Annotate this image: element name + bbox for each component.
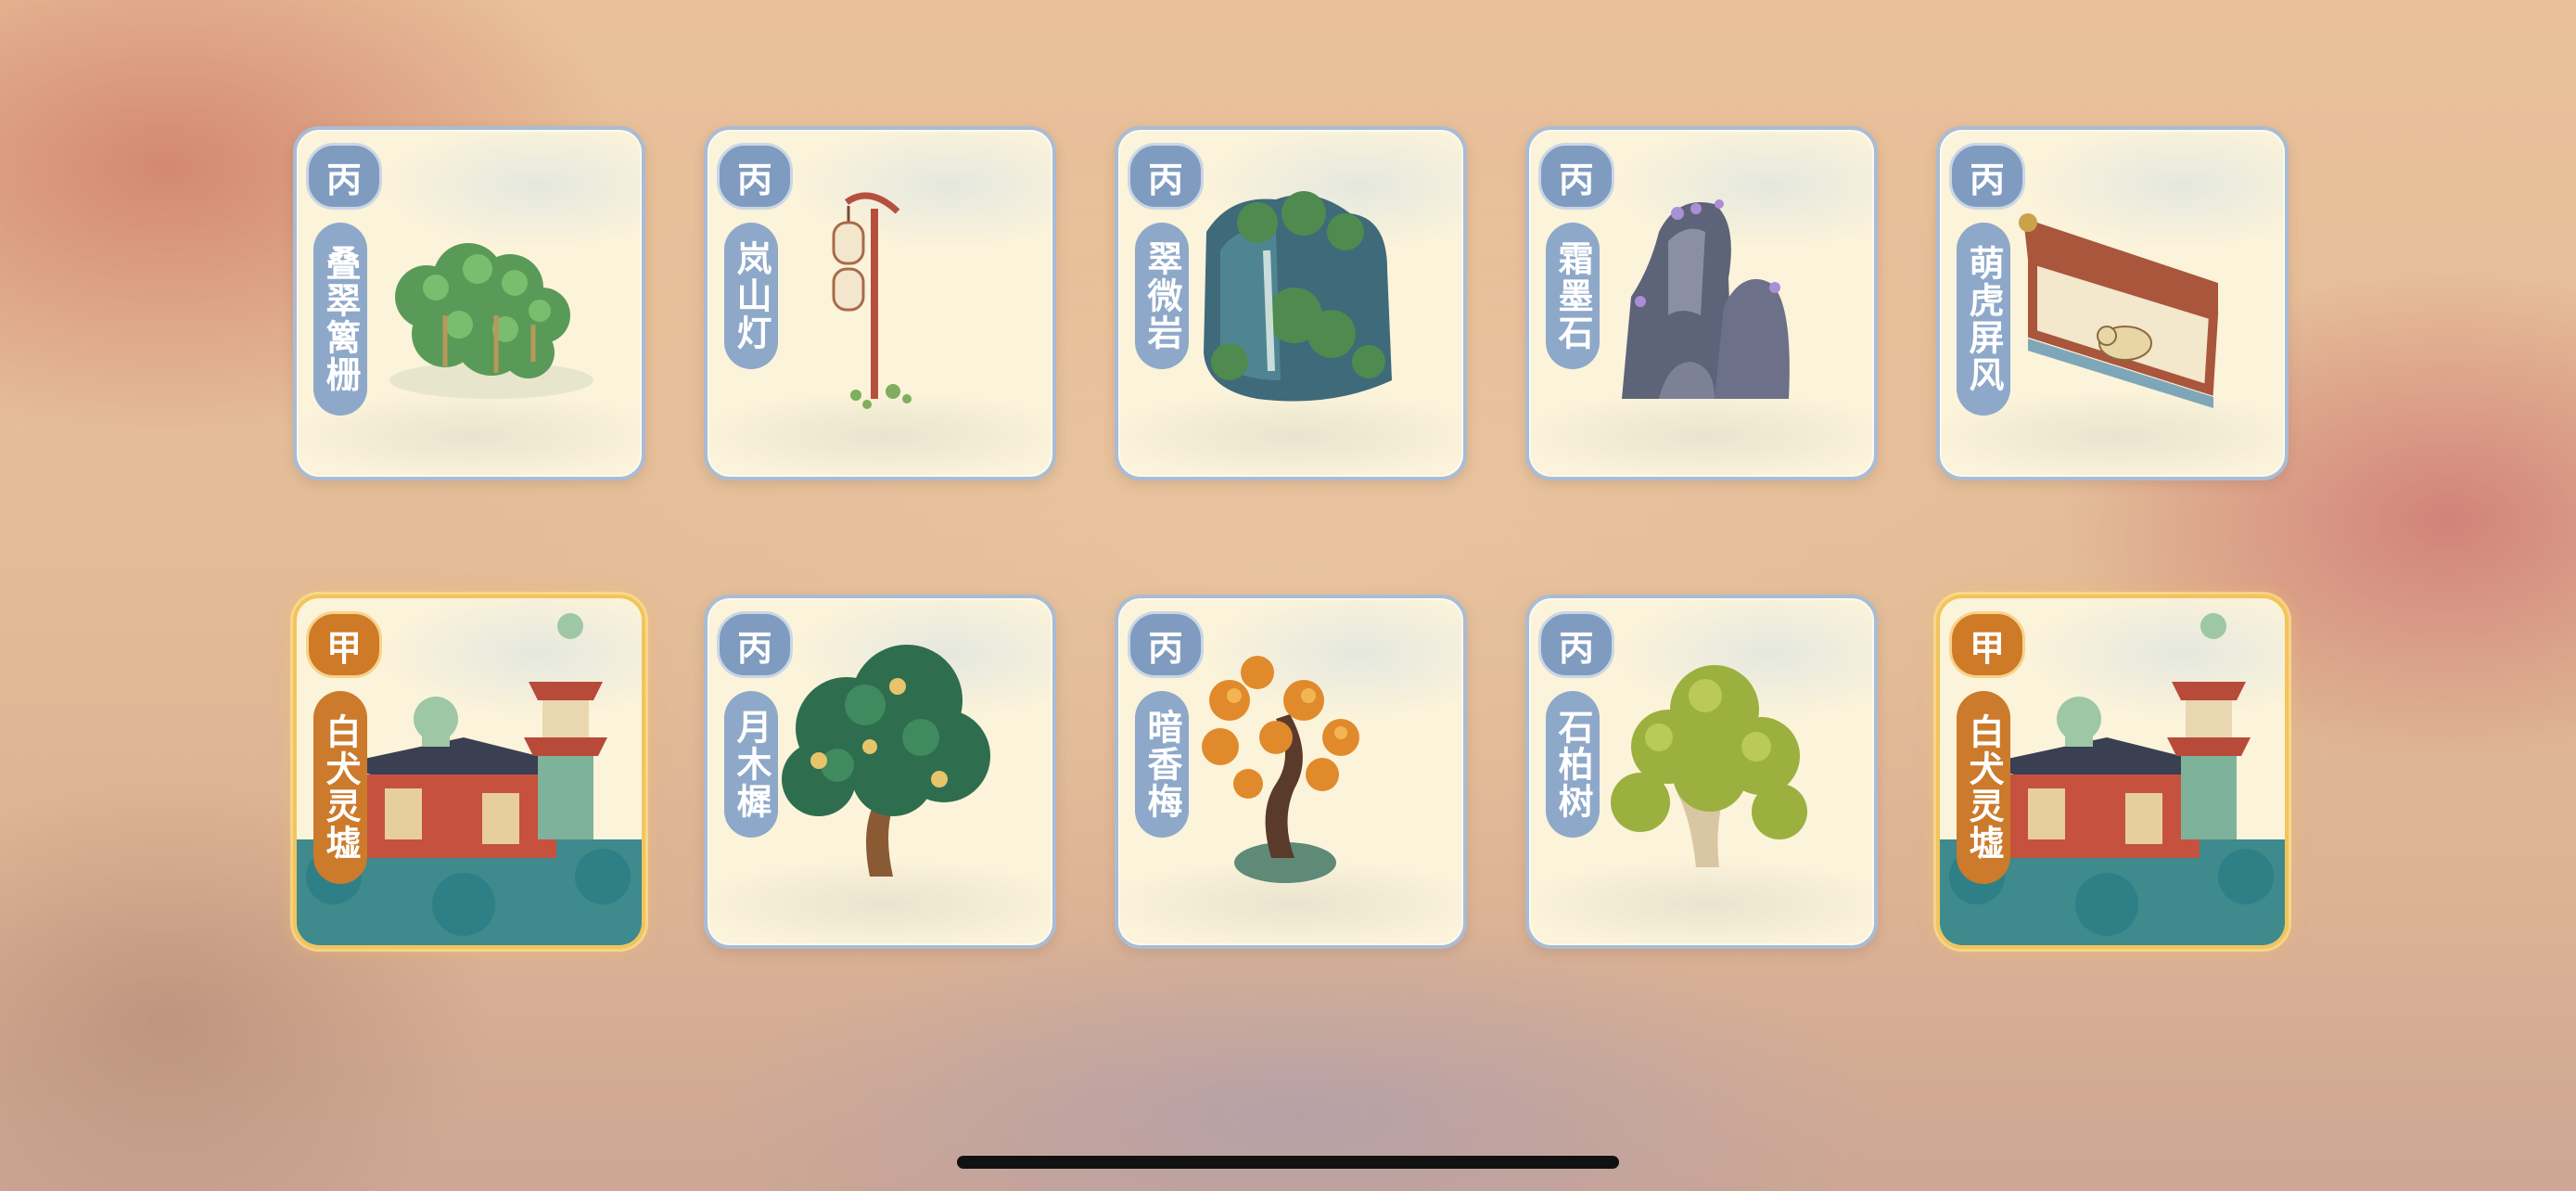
grade-badge: 丙 [306,143,382,210]
grade-badge: 丙 [1128,143,1204,210]
reward-card-hedge-fence[interactable]: 丙 叠翠篱栅 [293,126,645,480]
grade-badge: 丙 [1538,143,1614,210]
reward-card-lantern[interactable]: 丙 岚山灯 [704,126,1056,480]
item-name-label: 石柏树 [1546,691,1600,838]
grade-badge: 丙 [1128,611,1204,678]
home-indicator[interactable] [957,1156,1619,1169]
grade-badge: 甲 [1949,611,2025,678]
grade-badge: 丙 [1949,143,2025,210]
item-name-label: 叠翠篱栅 [313,223,367,416]
item-name-label: 霜墨石 [1546,223,1600,369]
reward-card-frost-stone[interactable]: 丙 霜墨石 [1525,126,1878,480]
grade-badge: 丙 [1538,611,1614,678]
item-name-label: 白犬灵墟 [313,691,367,884]
item-name-label: 岚山灯 [724,223,778,369]
reward-card-cypress[interactable]: 丙 石柏树 [1525,595,1878,949]
reward-card-white-dog-shrine-2[interactable]: 甲 白犬灵墟 [1936,595,2289,949]
reward-card-osmanthus[interactable]: 丙 月木樨 [704,595,1056,949]
grade-badge: 丙 [717,143,793,210]
item-name-label: 白犬灵墟 [1957,691,2010,884]
grade-badge: 丙 [717,611,793,678]
grade-badge: 甲 [306,611,382,678]
reward-card-white-dog-shrine[interactable]: 甲 白犬灵墟 [293,595,645,949]
item-name-label: 月木樨 [724,691,778,838]
reward-card-plum-bonsai[interactable]: 丙 暗香梅 [1115,595,1467,949]
reward-card-green-rock[interactable]: 丙 翠微岩 [1115,126,1467,480]
reward-card-tiger-screen[interactable]: 丙 萌虎屏风 [1936,126,2289,480]
item-name-label: 暗香梅 [1135,691,1189,838]
item-name-label: 萌虎屏风 [1957,223,2010,416]
item-name-label: 翠微岩 [1135,223,1189,369]
